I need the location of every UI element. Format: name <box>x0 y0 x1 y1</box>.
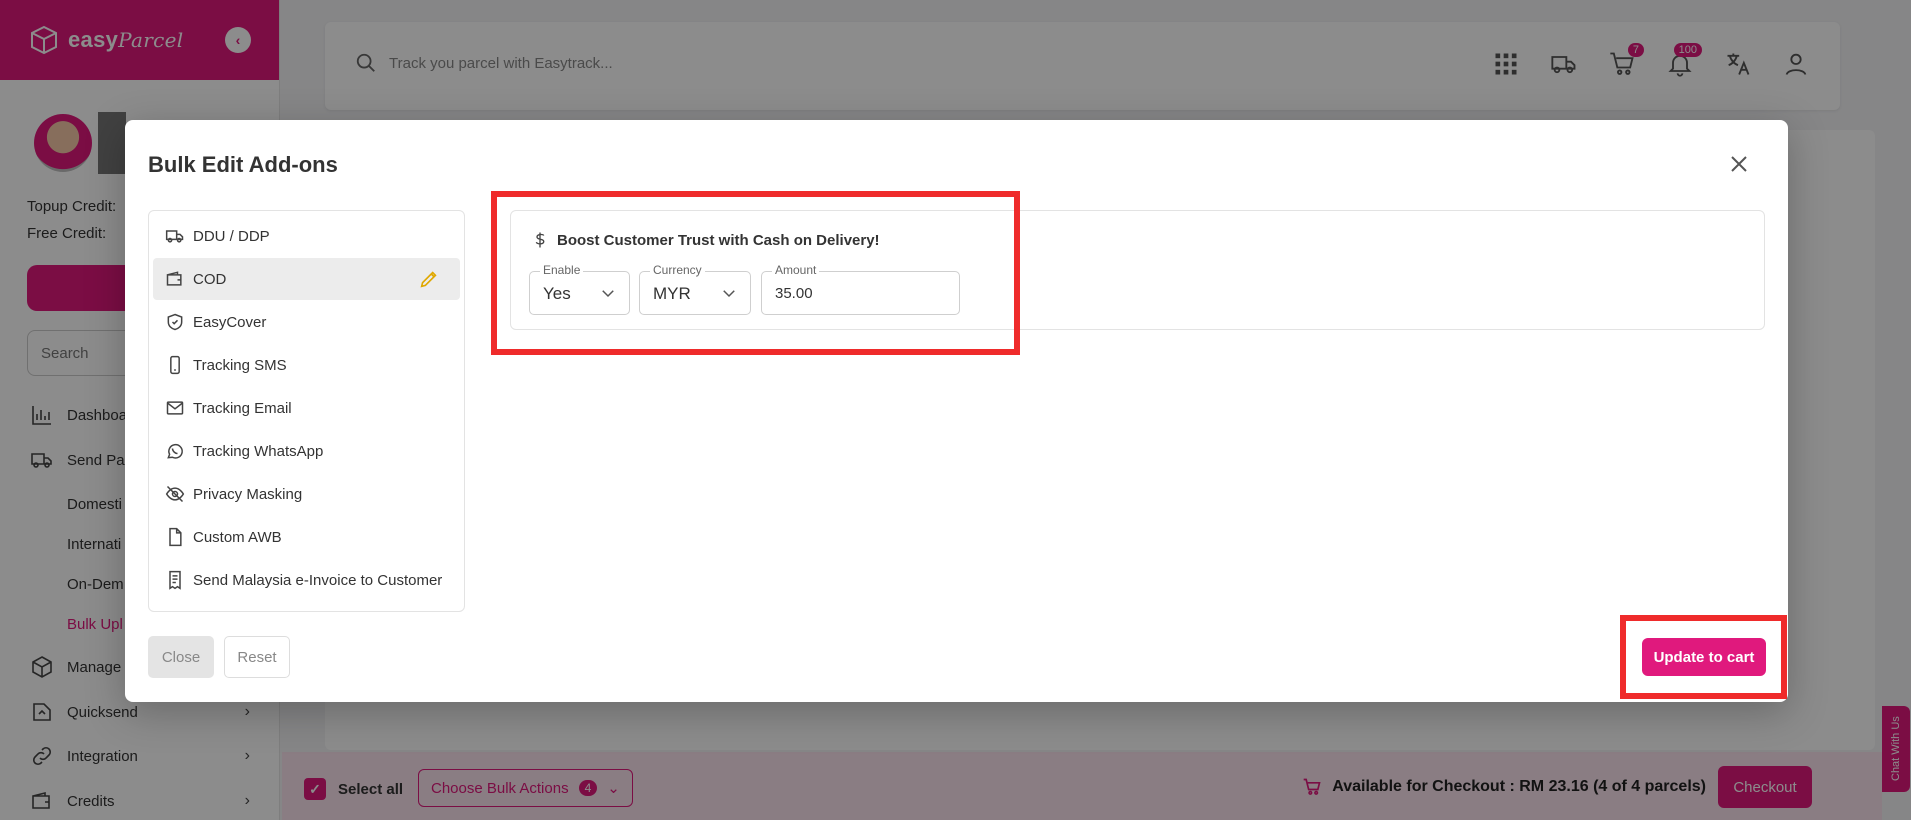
receipt-icon <box>169 570 181 590</box>
addon-item-tracking-sms[interactable]: Tracking SMS <box>153 344 460 386</box>
addon-item-privacy-masking[interactable]: Privacy Masking <box>153 473 460 515</box>
addon-label: Send Malaysia e-Invoice to Customer <box>193 571 443 589</box>
wallet-icon <box>166 271 182 286</box>
highlight-box-update-button <box>1620 615 1787 699</box>
addon-label: Tracking WhatsApp <box>193 442 324 460</box>
addon-label: Custom AWB <box>193 528 282 546</box>
addon-label: Tracking SMS <box>193 356 287 374</box>
addon-list: DDU / DDP COD EasyCover Tracking SMS Tra… <box>148 210 465 612</box>
addon-item-easycover[interactable]: EasyCover <box>153 301 460 343</box>
shield-icon <box>167 313 183 331</box>
close-button[interactable]: Close <box>148 636 214 678</box>
addon-label: Privacy Masking <box>193 485 303 503</box>
addon-item-tracking-whatsapp[interactable]: Tracking WhatsApp <box>153 430 460 472</box>
close-icon[interactable] <box>1727 152 1751 176</box>
addon-label: EasyCover <box>193 313 267 331</box>
addon-label: DDU / DDP <box>193 227 270 245</box>
whatsapp-icon <box>167 443 183 459</box>
file-icon <box>169 527 182 547</box>
addon-label: COD <box>193 270 227 288</box>
addon-item-custom-awb[interactable]: Custom AWB <box>153 516 460 558</box>
reset-button[interactable]: Reset <box>224 636 290 678</box>
highlight-box-cod-panel <box>491 191 1020 355</box>
addon-item-ddu-ddp[interactable]: DDU / DDP <box>153 215 460 257</box>
modal-title: Bulk Edit Add-ons <box>148 152 338 177</box>
eye-off-icon <box>165 485 185 503</box>
phone-icon <box>170 355 180 375</box>
mail-icon <box>166 401 184 415</box>
addon-item-tracking-email[interactable]: Tracking Email <box>153 387 460 429</box>
pencil-icon[interactable] <box>418 268 440 290</box>
truck-icon <box>165 230 184 243</box>
addon-item-cod[interactable]: COD <box>153 258 460 300</box>
addon-item-einvoice[interactable]: Send Malaysia e-Invoice to Customer <box>153 559 460 601</box>
addon-label: Tracking Email <box>193 399 292 417</box>
